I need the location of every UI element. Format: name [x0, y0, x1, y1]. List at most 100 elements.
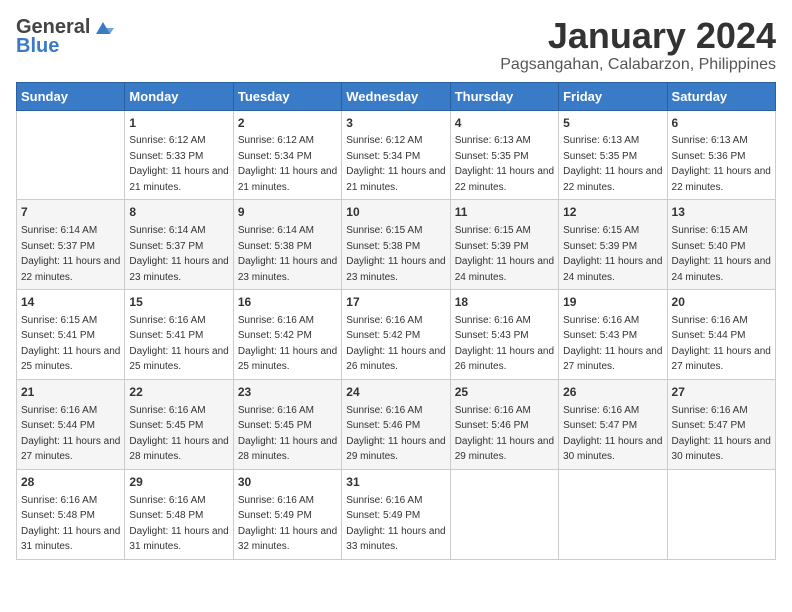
day-info: Sunrise: 6:16 AMSunset: 5:44 PMDaylight:… — [672, 315, 771, 373]
day-cell: 2 Sunrise: 6:12 AMSunset: 5:34 PMDayligh… — [233, 110, 341, 200]
day-number: 23 — [238, 384, 337, 401]
day-cell: 7 Sunrise: 6:14 AMSunset: 5:37 PMDayligh… — [17, 200, 125, 290]
logo: General Blue — [16, 16, 114, 58]
day-cell: 10 Sunrise: 6:15 AMSunset: 5:38 PMDaylig… — [342, 200, 450, 290]
day-cell: 14 Sunrise: 6:15 AMSunset: 5:41 PMDaylig… — [17, 290, 125, 380]
day-cell: 29 Sunrise: 6:16 AMSunset: 5:48 PMDaylig… — [125, 469, 233, 559]
day-number: 26 — [563, 384, 662, 401]
day-info: Sunrise: 6:14 AMSunset: 5:37 PMDaylight:… — [129, 225, 228, 283]
day-info: Sunrise: 6:12 AMSunset: 5:33 PMDaylight:… — [129, 135, 228, 193]
day-number: 27 — [672, 384, 771, 401]
day-number: 14 — [21, 294, 120, 311]
header: General Blue January 2024 Pagsangahan, C… — [16, 16, 776, 74]
logo-icon — [92, 18, 114, 38]
day-cell: 6 Sunrise: 6:13 AMSunset: 5:36 PMDayligh… — [667, 110, 775, 200]
day-number: 12 — [563, 204, 662, 221]
day-info: Sunrise: 6:16 AMSunset: 5:49 PMDaylight:… — [238, 495, 337, 553]
day-cell — [559, 469, 667, 559]
day-number: 15 — [129, 294, 228, 311]
week-row-4: 21 Sunrise: 6:16 AMSunset: 5:44 PMDaylig… — [17, 379, 776, 469]
day-info: Sunrise: 6:15 AMSunset: 5:41 PMDaylight:… — [21, 315, 120, 373]
day-number: 20 — [672, 294, 771, 311]
day-cell: 20 Sunrise: 6:16 AMSunset: 5:44 PMDaylig… — [667, 290, 775, 380]
header-cell-friday: Friday — [559, 82, 667, 110]
day-number: 28 — [21, 474, 120, 491]
day-info: Sunrise: 6:13 AMSunset: 5:36 PMDaylight:… — [672, 135, 771, 193]
day-info: Sunrise: 6:12 AMSunset: 5:34 PMDaylight:… — [238, 135, 337, 193]
day-number: 17 — [346, 294, 445, 311]
day-number: 6 — [672, 115, 771, 132]
day-info: Sunrise: 6:15 AMSunset: 5:39 PMDaylight:… — [563, 225, 662, 283]
day-number: 9 — [238, 204, 337, 221]
day-cell: 4 Sunrise: 6:13 AMSunset: 5:35 PMDayligh… — [450, 110, 558, 200]
day-info: Sunrise: 6:16 AMSunset: 5:49 PMDaylight:… — [346, 495, 445, 553]
day-number: 19 — [563, 294, 662, 311]
day-cell: 1 Sunrise: 6:12 AMSunset: 5:33 PMDayligh… — [125, 110, 233, 200]
day-cell: 18 Sunrise: 6:16 AMSunset: 5:43 PMDaylig… — [450, 290, 558, 380]
day-number: 11 — [455, 204, 554, 221]
day-cell: 11 Sunrise: 6:15 AMSunset: 5:39 PMDaylig… — [450, 200, 558, 290]
day-number: 21 — [21, 384, 120, 401]
day-info: Sunrise: 6:16 AMSunset: 5:42 PMDaylight:… — [238, 315, 337, 373]
day-info: Sunrise: 6:12 AMSunset: 5:34 PMDaylight:… — [346, 135, 445, 193]
day-number: 7 — [21, 204, 120, 221]
week-row-2: 7 Sunrise: 6:14 AMSunset: 5:37 PMDayligh… — [17, 200, 776, 290]
header-cell-tuesday: Tuesday — [233, 82, 341, 110]
day-info: Sunrise: 6:16 AMSunset: 5:41 PMDaylight:… — [129, 315, 228, 373]
day-cell: 9 Sunrise: 6:14 AMSunset: 5:38 PMDayligh… — [233, 200, 341, 290]
day-info: Sunrise: 6:13 AMSunset: 5:35 PMDaylight:… — [563, 135, 662, 193]
day-cell: 13 Sunrise: 6:15 AMSunset: 5:40 PMDaylig… — [667, 200, 775, 290]
calendar-subtitle: Pagsangahan, Calabarzon, Philippines — [500, 56, 776, 74]
day-info: Sunrise: 6:16 AMSunset: 5:42 PMDaylight:… — [346, 315, 445, 373]
day-cell: 17 Sunrise: 6:16 AMSunset: 5:42 PMDaylig… — [342, 290, 450, 380]
day-number: 16 — [238, 294, 337, 311]
day-cell: 28 Sunrise: 6:16 AMSunset: 5:48 PMDaylig… — [17, 469, 125, 559]
title-area: January 2024 Pagsangahan, Calabarzon, Ph… — [500, 16, 776, 74]
day-number: 22 — [129, 384, 228, 401]
calendar-table: SundayMondayTuesdayWednesdayThursdayFrid… — [16, 82, 776, 560]
day-cell — [450, 469, 558, 559]
header-row: SundayMondayTuesdayWednesdayThursdayFrid… — [17, 82, 776, 110]
day-info: Sunrise: 6:15 AMSunset: 5:39 PMDaylight:… — [455, 225, 554, 283]
week-row-5: 28 Sunrise: 6:16 AMSunset: 5:48 PMDaylig… — [17, 469, 776, 559]
day-cell: 25 Sunrise: 6:16 AMSunset: 5:46 PMDaylig… — [450, 379, 558, 469]
day-number: 30 — [238, 474, 337, 491]
day-info: Sunrise: 6:14 AMSunset: 5:38 PMDaylight:… — [238, 225, 337, 283]
day-cell: 23 Sunrise: 6:16 AMSunset: 5:45 PMDaylig… — [233, 379, 341, 469]
day-cell: 31 Sunrise: 6:16 AMSunset: 5:49 PMDaylig… — [342, 469, 450, 559]
day-info: Sunrise: 6:16 AMSunset: 5:48 PMDaylight:… — [21, 495, 120, 553]
day-info: Sunrise: 6:15 AMSunset: 5:38 PMDaylight:… — [346, 225, 445, 283]
header-cell-saturday: Saturday — [667, 82, 775, 110]
day-cell: 12 Sunrise: 6:15 AMSunset: 5:39 PMDaylig… — [559, 200, 667, 290]
day-cell — [17, 110, 125, 200]
day-number: 3 — [346, 115, 445, 132]
day-cell: 30 Sunrise: 6:16 AMSunset: 5:49 PMDaylig… — [233, 469, 341, 559]
day-number: 18 — [455, 294, 554, 311]
day-cell: 26 Sunrise: 6:16 AMSunset: 5:47 PMDaylig… — [559, 379, 667, 469]
day-info: Sunrise: 6:14 AMSunset: 5:37 PMDaylight:… — [21, 225, 120, 283]
day-info: Sunrise: 6:16 AMSunset: 5:48 PMDaylight:… — [129, 495, 228, 553]
day-cell: 21 Sunrise: 6:16 AMSunset: 5:44 PMDaylig… — [17, 379, 125, 469]
day-info: Sunrise: 6:16 AMSunset: 5:47 PMDaylight:… — [563, 405, 662, 463]
day-cell: 24 Sunrise: 6:16 AMSunset: 5:46 PMDaylig… — [342, 379, 450, 469]
day-number: 25 — [455, 384, 554, 401]
day-cell: 5 Sunrise: 6:13 AMSunset: 5:35 PMDayligh… — [559, 110, 667, 200]
day-number: 13 — [672, 204, 771, 221]
logo-blue-text: Blue — [16, 35, 59, 58]
day-cell: 15 Sunrise: 6:16 AMSunset: 5:41 PMDaylig… — [125, 290, 233, 380]
day-info: Sunrise: 6:16 AMSunset: 5:46 PMDaylight:… — [455, 405, 554, 463]
day-cell: 16 Sunrise: 6:16 AMSunset: 5:42 PMDaylig… — [233, 290, 341, 380]
day-number: 31 — [346, 474, 445, 491]
day-cell: 8 Sunrise: 6:14 AMSunset: 5:37 PMDayligh… — [125, 200, 233, 290]
header-cell-monday: Monday — [125, 82, 233, 110]
day-number: 8 — [129, 204, 228, 221]
day-number: 29 — [129, 474, 228, 491]
day-info: Sunrise: 6:16 AMSunset: 5:43 PMDaylight:… — [563, 315, 662, 373]
day-info: Sunrise: 6:16 AMSunset: 5:43 PMDaylight:… — [455, 315, 554, 373]
day-number: 5 — [563, 115, 662, 132]
day-info: Sunrise: 6:16 AMSunset: 5:44 PMDaylight:… — [21, 405, 120, 463]
day-info: Sunrise: 6:16 AMSunset: 5:45 PMDaylight:… — [129, 405, 228, 463]
day-number: 2 — [238, 115, 337, 132]
day-info: Sunrise: 6:15 AMSunset: 5:40 PMDaylight:… — [672, 225, 771, 283]
week-row-1: 1 Sunrise: 6:12 AMSunset: 5:33 PMDayligh… — [17, 110, 776, 200]
